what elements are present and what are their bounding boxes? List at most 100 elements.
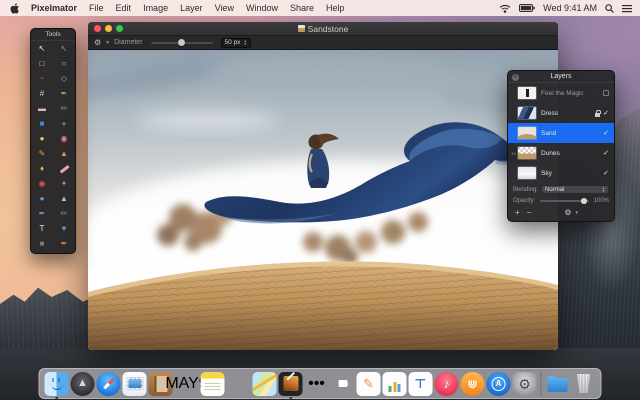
canvas[interactable] (88, 50, 558, 350)
layer-name: Sand (541, 130, 556, 137)
fill-tool-icon[interactable]: ■ (31, 116, 53, 131)
layer-row-feel-the-magic[interactable]: Feel the Magic (508, 83, 614, 103)
layer-visibility-checkbox[interactable]: ✓ (603, 169, 609, 177)
document-window: Sandstone ⚙ ▼ Diameter 50 px ▲▼ (88, 22, 558, 350)
menu-item-file[interactable]: File (83, 3, 110, 13)
menu-item-edit[interactable]: Edit (110, 3, 138, 13)
draw-pencil-tool-icon[interactable]: ✏ (53, 206, 75, 221)
gradient-tool-icon[interactable]: ■ (31, 236, 53, 251)
rect-marquee-tool-icon[interactable]: □ (31, 56, 53, 71)
opacity-slider[interactable] (540, 200, 589, 202)
layers-gear-icon[interactable]: ⚙ (564, 208, 571, 217)
dock-item-pixelmator[interactable] (279, 372, 303, 396)
dock-item-numbers[interactable] (383, 372, 407, 396)
type-tool-icon[interactable]: T (31, 221, 53, 236)
layer-visibility-checkbox[interactable]: ✓ (603, 129, 609, 137)
layer-row-sand[interactable]: Sand ✓ (508, 123, 614, 143)
layer-row-dress[interactable]: Dress✓ (508, 103, 614, 123)
menu-item-view[interactable]: View (209, 3, 240, 13)
opacity-value: 100% (594, 198, 609, 204)
dock-item-messages[interactable]: ••• (305, 372, 329, 396)
dock-item-appstore[interactable]: A (487, 372, 511, 396)
dock: ▲ MAY9 ••• ✎ ⊤♪⋓A⚙ (39, 368, 602, 399)
blur-tool-icon[interactable]: ● (31, 191, 53, 206)
menu-item-layer[interactable]: Layer (174, 3, 209, 13)
polygon-lasso-tool-icon[interactable]: ◇ (53, 71, 75, 86)
diameter-stepper[interactable]: ▲▼ (243, 40, 246, 46)
arrange-tool-icon[interactable]: ↖ (53, 41, 75, 56)
color-wheel-tool-icon[interactable]: ◉ (53, 131, 75, 146)
dock-item-itunes[interactable]: ♪ (435, 372, 459, 396)
dock-item-reminders[interactable] (227, 372, 251, 396)
move-tool-icon[interactable]: ↖ (31, 41, 53, 56)
eraser-tool-icon[interactable]: ▬ (31, 101, 53, 116)
layer-thumbnail (518, 147, 536, 159)
lock-icon (595, 113, 600, 117)
tools-palette: Tools ↖↖□○~◇#✒▬✏■●●◉✎▲♦▬◉✦●▲✒✏T♥■✒ (30, 28, 76, 254)
menu-clock[interactable]: Wed 9:41 AM (543, 3, 597, 13)
brush-tool-icon[interactable]: ✎ (31, 146, 53, 161)
notification-center-icon[interactable] (622, 4, 632, 13)
layers-close-icon[interactable]: ✕ (512, 74, 519, 81)
blending-stepper-icon: ▲▼ (602, 187, 605, 192)
brush-settings-gear-icon[interactable]: ⚙ (94, 38, 101, 47)
layer-visibility-checkbox[interactable]: ✓ (603, 149, 609, 157)
sharpen-tool-icon[interactable]: ▲ (53, 191, 75, 206)
dock-item-system-preferences[interactable]: ⚙ (513, 372, 537, 396)
magic-wand-tool-icon[interactable]: ✦ (53, 176, 75, 191)
layer-name: Feel the Magic (541, 90, 584, 97)
red-eye-tool-icon[interactable]: ◉ (31, 176, 53, 191)
pen-tool-icon[interactable]: ✒ (53, 86, 75, 101)
pencil-tool-icon[interactable]: ✏ (53, 101, 75, 116)
zoom-button[interactable] (116, 25, 123, 32)
menu-app-name[interactable]: Pixelmator (25, 3, 83, 13)
layer-row-dunes[interactable]: 1xDunes✓ (508, 143, 614, 163)
diameter-value-field[interactable]: 50 px ▲▼ (221, 38, 251, 48)
dock-item-ibooks[interactable]: ⋓ (461, 372, 485, 396)
paint-tool-icon[interactable]: ● (31, 131, 53, 146)
lasso-tool-icon[interactable]: ~ (31, 71, 53, 86)
layer-thumbnail (518, 87, 536, 99)
battery-icon[interactable] (519, 4, 535, 12)
close-button[interactable] (94, 25, 101, 32)
slice-pen-tool-icon[interactable]: ✒ (31, 206, 53, 221)
add-layer-button[interactable]: + (515, 208, 520, 217)
diameter-slider-knob[interactable] (178, 39, 185, 46)
menu-item-window[interactable]: Window (240, 3, 284, 13)
tools-palette-title: Tools (31, 29, 75, 41)
eyedropper-tool-icon[interactable]: ✒ (53, 236, 75, 251)
window-titlebar[interactable]: Sandstone (88, 22, 558, 36)
layer-name: Sky (541, 170, 552, 177)
menu-item-image[interactable]: Image (137, 3, 174, 13)
dock-item-pages[interactable]: ✎ (357, 372, 381, 396)
dock-item-launchpad[interactable]: ▲ (71, 372, 95, 396)
sphere-tool-icon[interactable]: ● (53, 116, 75, 131)
dock-item-keynote[interactable]: ⊤ (409, 372, 433, 396)
dock-item-mail[interactable] (123, 372, 147, 396)
layer-visibility-checkbox[interactable]: ✓ (603, 109, 609, 117)
spotlight-search-icon[interactable] (605, 4, 614, 13)
dock-item-notes[interactable] (201, 372, 225, 396)
wifi-icon[interactable] (499, 4, 511, 13)
dock-item-facetime[interactable] (331, 372, 355, 396)
apple-menu-icon[interactable] (10, 3, 19, 14)
opacity-slider-knob[interactable] (581, 198, 587, 204)
document-proxy-icon (298, 25, 305, 32)
dock-item-calendar[interactable]: MAY9 (175, 372, 199, 396)
shape-tool-icon[interactable]: ♥ (53, 221, 75, 236)
minimize-button[interactable] (105, 25, 112, 32)
dock-item-downloads-folder[interactable] (546, 372, 570, 396)
remove-layer-button[interactable]: − (527, 208, 532, 217)
menu-item-share[interactable]: Share (284, 3, 320, 13)
blending-select[interactable]: Normal ▲▼ (541, 185, 609, 194)
layer-visibility-checkbox[interactable] (603, 90, 609, 96)
crop-tool-icon[interactable]: # (31, 86, 53, 101)
diameter-slider[interactable] (151, 42, 213, 44)
ellipse-marquee-tool-icon[interactable]: ○ (53, 56, 75, 71)
layer-row-sky[interactable]: Sky ✓ (508, 163, 614, 183)
menu-item-help[interactable]: Help (320, 3, 351, 13)
dock-item-finder[interactable] (45, 372, 69, 396)
dock-item-trash[interactable] (572, 372, 596, 396)
dock-item-maps[interactable] (253, 372, 277, 396)
dock-item-safari[interactable] (97, 372, 121, 396)
